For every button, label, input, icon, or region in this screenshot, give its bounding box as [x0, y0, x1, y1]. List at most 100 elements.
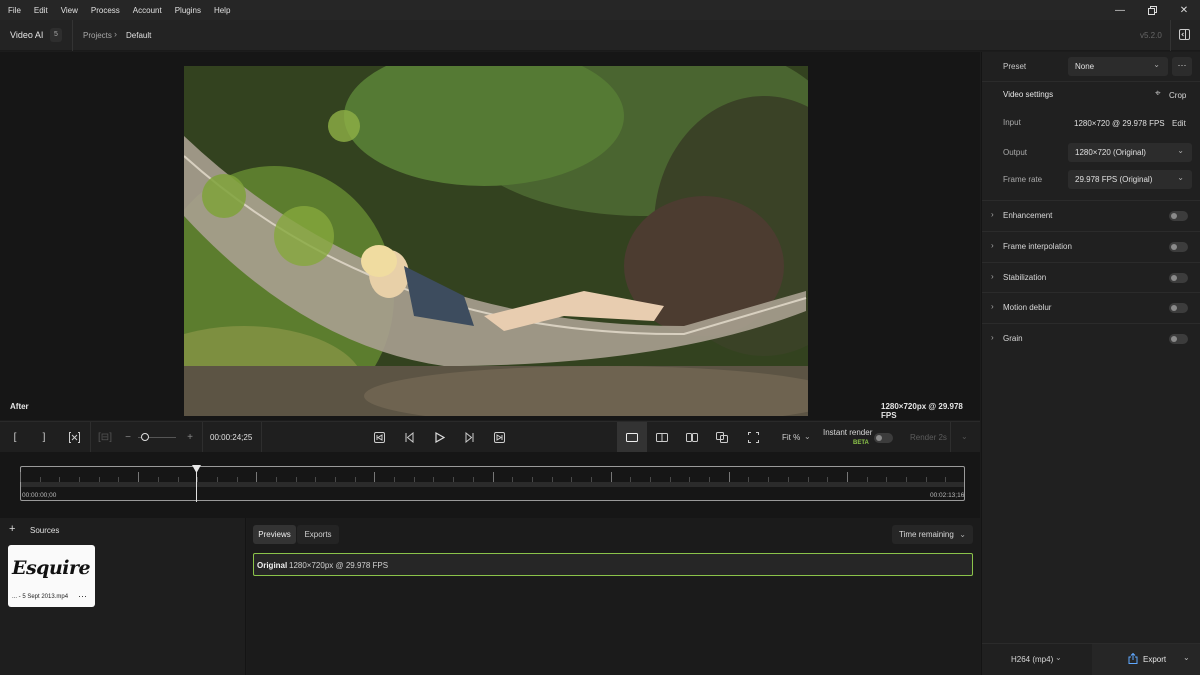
crop-icon[interactable]: ⌖	[1155, 88, 1161, 99]
output-select[interactable]: 1280×720 (Original) ⌄	[1068, 143, 1192, 162]
video-settings-title: Video settings	[1003, 90, 1054, 99]
panel-toggle-icon[interactable]	[1179, 29, 1190, 42]
chevron-down-icon: ⌄	[1153, 60, 1160, 69]
divider	[950, 422, 951, 453]
motion-deblur-toggle[interactable]	[1169, 303, 1188, 313]
app-version: v5.2.0	[1140, 31, 1162, 40]
source-file-name: ... - 5 Sept 2013.mp4	[12, 594, 69, 600]
chevron-right-icon: ›	[991, 210, 994, 219]
playback-controls: [ ] [⊟] − + 00:00:24;25 Fit % ⌄ Instant …	[0, 421, 980, 453]
export-button[interactable]: Export ⌄	[1092, 644, 1200, 675]
video-frame[interactable]	[184, 66, 808, 416]
skip-to-end-icon[interactable]	[490, 422, 508, 453]
zoom-in-icon[interactable]: +	[183, 422, 197, 453]
source-card[interactable]: Esquire ... - 5 Sept 2013.mp4 ⋯	[8, 545, 95, 607]
chevron-down-icon: ⌄	[1055, 653, 1062, 662]
menu-account[interactable]: Account	[133, 6, 162, 15]
instant-render-toggle[interactable]	[874, 433, 893, 443]
preset-select[interactable]: None ⌄	[1068, 57, 1168, 76]
video-viewer: After 1280×720px @ 29.978 FPS	[0, 52, 980, 420]
framerate-select[interactable]: 29.978 FPS (Original) ⌄	[1068, 170, 1192, 189]
fit-zoom-select[interactable]: Fit %	[782, 433, 800, 442]
section-motion-deblur[interactable]: › Motion deblur	[982, 292, 1200, 323]
clear-marks-icon[interactable]	[65, 422, 83, 453]
render-button[interactable]: Render 2s	[910, 433, 947, 442]
restore-icon[interactable]	[1136, 0, 1168, 20]
sort-select-label: Time remaining	[899, 530, 954, 539]
close-icon[interactable]: ✕	[1168, 0, 1200, 20]
chevron-down-icon[interactable]: ⌄	[1183, 653, 1190, 662]
format-select[interactable]: H264 (mp4)	[1011, 655, 1053, 664]
view-single-icon[interactable]	[617, 422, 647, 453]
view-label: After	[10, 402, 29, 411]
title-bar: Video AI 5 Projects › Default v5.2.0	[0, 20, 1200, 51]
sort-select[interactable]: Time remaining ⌄	[892, 525, 973, 544]
beta-badge: BETA	[853, 440, 869, 446]
enhancement-toggle[interactable]	[1169, 211, 1188, 221]
menu-edit[interactable]: Edit	[34, 6, 48, 15]
skip-to-start-icon[interactable]	[370, 422, 388, 453]
divider	[261, 422, 262, 453]
chevron-right-icon: ›	[991, 241, 994, 250]
tab-previews[interactable]: Previews	[253, 525, 296, 544]
step-back-icon[interactable]	[400, 422, 418, 453]
add-source-icon[interactable]: +	[9, 523, 15, 535]
section-grain[interactable]: › Grain	[982, 323, 1200, 354]
section-enhancement[interactable]: › Enhancement	[982, 200, 1200, 231]
menu-process[interactable]: Process	[91, 6, 120, 15]
output-value: 1280×720 (Original)	[1075, 148, 1146, 157]
menu-file[interactable]: File	[8, 6, 21, 15]
minimize-icon[interactable]: —	[1104, 0, 1136, 20]
zoom-out-icon[interactable]: −	[121, 422, 135, 453]
more-options-icon[interactable]: ⋯	[1172, 57, 1192, 76]
chevron-right-icon: ›	[991, 333, 994, 342]
divider	[202, 422, 203, 453]
chevron-right-icon: ›	[114, 29, 117, 39]
menu-bar: File Edit View Process Account Plugins H…	[0, 0, 1200, 20]
section-frame-interpolation[interactable]: › Frame interpolation	[982, 231, 1200, 262]
fullscreen-icon[interactable]	[738, 422, 768, 453]
view-compare-icon[interactable]	[707, 422, 737, 453]
video-info: 1280×720px @ 29.978 FPS	[881, 402, 963, 420]
menu-view[interactable]: View	[61, 6, 78, 15]
breadcrumb-current[interactable]: Default	[126, 31, 151, 40]
preview-row[interactable]: Original 1280×720px @ 29.978 FPS	[253, 553, 973, 576]
menu-help[interactable]: Help	[214, 6, 230, 15]
source-thumbnail: Esquire	[12, 557, 91, 579]
timeline-ticks	[20, 472, 946, 482]
app-title: Video AI	[10, 30, 44, 40]
zoom-slider-handle[interactable]	[140, 433, 149, 441]
preset-value: None	[1075, 62, 1095, 71]
play-icon[interactable]	[430, 422, 448, 453]
section-stabilization-label: Stabilization	[1003, 273, 1047, 282]
menu-plugins[interactable]: Plugins	[175, 6, 201, 15]
playhead-handle[interactable]	[192, 465, 202, 473]
export-icon	[1128, 652, 1138, 666]
input-value: 1280×720 @ 29.978 FPS	[1074, 119, 1165, 128]
breadcrumb-projects[interactable]: Projects	[83, 31, 112, 40]
more-options-icon[interactable]: ⋯	[78, 591, 87, 602]
mark-out-icon[interactable]: ]	[35, 422, 53, 453]
divider	[982, 81, 1200, 82]
section-stabilization[interactable]: › Stabilization	[982, 262, 1200, 293]
view-side-by-side-icon[interactable]	[677, 422, 707, 453]
edit-input-button[interactable]: Edit	[1172, 119, 1186, 128]
chevron-down-icon: ⌄	[959, 530, 966, 539]
timeline-start-time: 00:00:00;00	[22, 492, 57, 499]
grain-toggle[interactable]	[1169, 334, 1188, 344]
timeline[interactable]: 00:00:00;00 00:02:13;16	[0, 452, 980, 518]
step-forward-icon[interactable]	[460, 422, 478, 453]
framerate-value: 29.978 FPS (Original)	[1075, 175, 1153, 184]
view-split-icon[interactable]	[647, 422, 677, 453]
crop-button[interactable]: Crop	[1169, 91, 1186, 100]
chevron-down-icon: ⌄	[1177, 173, 1184, 182]
instant-render-label: Instant render	[823, 428, 873, 437]
tab-exports[interactable]: Exports	[297, 525, 339, 544]
preview-row-name: Original	[257, 561, 288, 570]
fit-selection-icon[interactable]: [⊟]	[96, 422, 114, 453]
chevron-down-icon[interactable]: ⌄	[961, 432, 968, 441]
stabilization-toggle[interactable]	[1169, 273, 1188, 283]
mark-in-icon[interactable]: [	[6, 422, 24, 453]
frame-interpolation-toggle[interactable]	[1169, 242, 1188, 252]
chevron-right-icon: ›	[991, 302, 994, 311]
